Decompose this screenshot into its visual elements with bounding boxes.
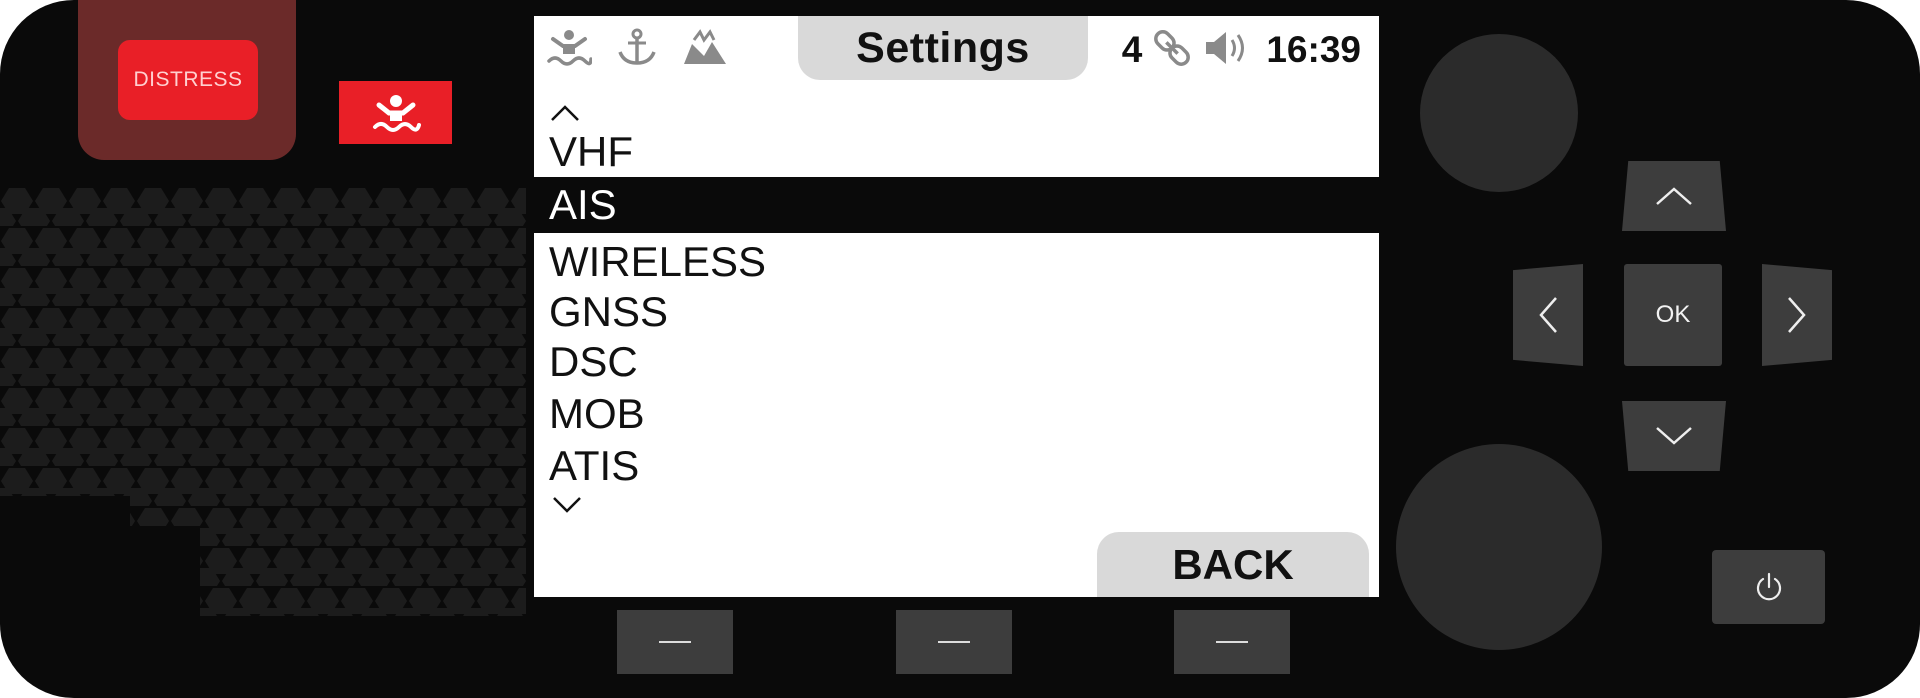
menu-item-mob[interactable]: MOB: [534, 386, 1379, 442]
clock: 16:39: [1266, 29, 1361, 70]
man-overboard-icon: [546, 28, 593, 68]
softkey-middle[interactable]: [896, 610, 1012, 674]
channel-knob[interactable]: [1396, 444, 1602, 650]
menu-item-gnss[interactable]: GNSS: [534, 284, 1379, 340]
chevron-right-icon: [1788, 297, 1806, 333]
volume-knob[interactable]: [1420, 34, 1578, 192]
down-button[interactable]: [1622, 401, 1726, 471]
chevron-left-icon: [1539, 297, 1557, 333]
shipwreck-icon: [682, 28, 728, 68]
softkey-dash: [938, 641, 970, 643]
softkey-left[interactable]: [617, 610, 733, 674]
distress-button[interactable]: DISTRESS: [118, 40, 258, 120]
anchor-icon: [614, 28, 660, 68]
menu-item-wireless[interactable]: WIRELESS: [534, 234, 1379, 290]
back-softkey-label: BACK: [1097, 532, 1369, 597]
display-screen: Settings 4 16:39 VHF AIS WIRELESS GNSS D…: [534, 16, 1379, 597]
chevron-up-icon: [1656, 187, 1692, 205]
chevron-down-icon: [1656, 427, 1692, 445]
power-button[interactable]: [1712, 550, 1825, 624]
left-button[interactable]: [1513, 264, 1583, 366]
right-button[interactable]: [1762, 264, 1832, 366]
scroll-up-icon: [551, 105, 579, 121]
softkey-right[interactable]: [1174, 610, 1290, 674]
status-icons: [546, 28, 728, 68]
satellite-count: 4: [1121, 29, 1143, 70]
man-overboard-icon: [372, 94, 421, 132]
softkey-dash: [1216, 641, 1248, 643]
speaker-volume-icon: [1202, 28, 1252, 73]
softkey-dash: [659, 641, 691, 643]
speaker-grille: [0, 186, 526, 616]
menu-item-atis[interactable]: ATIS: [534, 438, 1379, 494]
status-bar-right: 4 16:39: [1122, 26, 1361, 74]
radio-device: DISTRESS Settings 4 16:39 VHF AIS WIRELE…: [0, 0, 1920, 698]
page-title: Settings: [798, 16, 1088, 80]
menu-item-ais[interactable]: AIS: [534, 177, 1379, 233]
menu-item-vhf[interactable]: VHF: [534, 124, 1379, 180]
mob-button[interactable]: [339, 81, 452, 144]
menu-item-dsc[interactable]: DSC: [534, 334, 1379, 390]
ok-button[interactable]: OK: [1624, 264, 1722, 366]
link-icon: [1152, 26, 1192, 75]
up-button[interactable]: [1622, 161, 1726, 231]
power-icon: [1756, 572, 1781, 601]
scroll-down-icon: [553, 497, 581, 513]
